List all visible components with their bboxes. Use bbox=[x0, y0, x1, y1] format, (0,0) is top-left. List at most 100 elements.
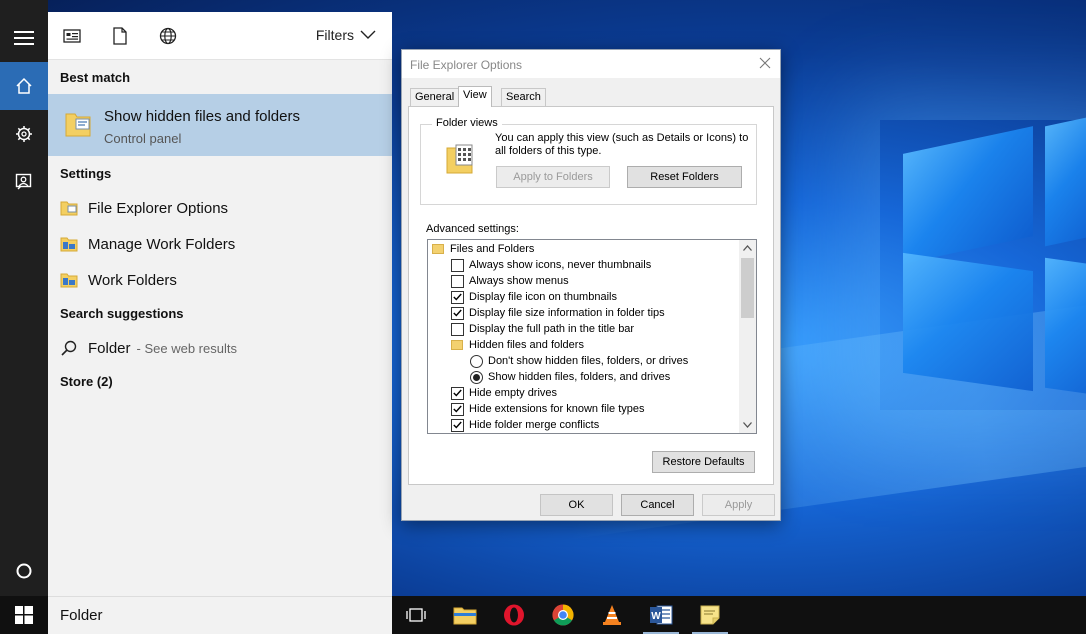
apps-icon[interactable] bbox=[62, 26, 82, 46]
feedback-person-icon[interactable] bbox=[0, 158, 48, 206]
tree-item-label: Hide extensions for known file types bbox=[469, 403, 645, 415]
checkbox-checked[interactable] bbox=[451, 306, 464, 320]
taskbar: Folder W bbox=[0, 596, 1086, 634]
tab-search[interactable]: Search bbox=[501, 88, 546, 106]
sticky-notes-icon[interactable] bbox=[688, 600, 732, 634]
task-view-icon[interactable] bbox=[394, 600, 438, 630]
search-panel-toolbar: Filters bbox=[48, 12, 392, 60]
tree-item-label: Always show icons, never thumbnails bbox=[469, 259, 652, 271]
apply-to-folders-button[interactable]: Apply to Folders bbox=[496, 166, 610, 188]
radio-selected[interactable] bbox=[470, 370, 483, 384]
tree-item-label: Files and Folders bbox=[450, 243, 535, 255]
cortana-circle-icon[interactable] bbox=[0, 547, 48, 595]
checkbox-unchecked[interactable] bbox=[451, 322, 464, 336]
tree-item-label: Hidden files and folders bbox=[469, 339, 584, 351]
checkbox-checked[interactable] bbox=[451, 386, 464, 400]
radio-unselected[interactable] bbox=[470, 354, 483, 368]
tab-view[interactable]: View bbox=[458, 86, 492, 107]
tree-item-label: Display file size information in folder … bbox=[469, 307, 665, 319]
result-label: Manage Work Folders bbox=[88, 235, 236, 253]
tree-checkbox-row[interactable]: Display the full path in the title bar bbox=[451, 321, 634, 337]
reset-folders-button[interactable]: Reset Folders bbox=[627, 166, 742, 188]
tree-checkbox-row[interactable]: Always show menus bbox=[451, 273, 569, 289]
home-icon[interactable] bbox=[0, 62, 48, 110]
scroll-up-icon[interactable] bbox=[743, 245, 752, 251]
folder-view-icon bbox=[446, 142, 474, 174]
restore-defaults-button[interactable]: Restore Defaults bbox=[652, 451, 755, 473]
scroll-down-icon[interactable] bbox=[743, 422, 752, 428]
result-work-folders[interactable]: Work Folders bbox=[60, 268, 177, 292]
advanced-settings-tree[interactable]: Files and Folders Always show icons, neve… bbox=[427, 239, 757, 434]
work-folders-icon bbox=[60, 237, 78, 252]
tree-folder[interactable]: Files and Folders bbox=[432, 241, 534, 257]
documents-icon[interactable] bbox=[110, 26, 130, 46]
ok-button[interactable]: OK bbox=[540, 494, 613, 516]
folder-icon bbox=[432, 244, 444, 254]
file-explorer-options-dialog: File Explorer Options General View Searc… bbox=[401, 49, 781, 521]
checkbox-unchecked[interactable] bbox=[451, 258, 464, 272]
search-results-panel: Filters Best match Show hidden files and… bbox=[48, 12, 392, 596]
work-folders-icon bbox=[60, 273, 78, 288]
tree-item-label: Hide folder merge conflicts bbox=[469, 419, 600, 431]
folder-views-description: You can apply this view (such as Details… bbox=[495, 132, 749, 157]
folder-options-icon bbox=[60, 201, 78, 216]
tree-radio-row[interactable]: Show hidden files, folders, and drives bbox=[470, 369, 670, 385]
best-match-subtitle: Control panel bbox=[104, 131, 182, 146]
checkbox-checked[interactable] bbox=[451, 290, 464, 304]
opera-icon[interactable] bbox=[492, 600, 536, 630]
control-panel-folder-icon bbox=[64, 110, 92, 138]
suggestion-hint: - See web results bbox=[136, 340, 237, 356]
checkbox-checked[interactable] bbox=[451, 418, 464, 432]
vlc-icon[interactable] bbox=[590, 600, 634, 630]
web-icon[interactable] bbox=[158, 26, 178, 46]
filters-button[interactable]: Filters bbox=[316, 27, 376, 43]
search-suggestions-heading: Search suggestions bbox=[60, 306, 184, 321]
dialog-title: File Explorer Options bbox=[410, 58, 523, 72]
store-heading[interactable]: Store (2) bbox=[60, 374, 113, 389]
tree-item-label: Show hidden files, folders, and drives bbox=[488, 371, 671, 383]
search-icon bbox=[61, 340, 77, 356]
tree-scrollbar[interactable] bbox=[739, 240, 756, 433]
settings-gear-icon[interactable] bbox=[0, 110, 48, 158]
result-manage-work-folders[interactable]: Manage Work Folders bbox=[60, 232, 235, 256]
windows-start-icon[interactable] bbox=[0, 596, 48, 634]
filters-label: Filters bbox=[315, 27, 354, 43]
tree-checkbox-row[interactable]: Hide folder merge conflicts bbox=[451, 417, 599, 433]
checkbox-checked[interactable] bbox=[451, 402, 464, 416]
svg-text:W: W bbox=[651, 611, 661, 622]
best-match-heading: Best match bbox=[60, 70, 131, 85]
tree-radio-row[interactable]: Don't show hidden files, folders, or dri… bbox=[470, 353, 688, 369]
word-icon[interactable]: W bbox=[639, 600, 683, 634]
checkbox-unchecked[interactable] bbox=[451, 274, 464, 288]
scroll-thumb[interactable] bbox=[741, 258, 754, 318]
best-match-title: Show hidden files and folders bbox=[104, 108, 300, 125]
suggestion-query: Folder bbox=[88, 339, 131, 357]
start-rail bbox=[0, 0, 48, 596]
result-label: Work Folders bbox=[88, 271, 177, 289]
web-suggestion[interactable]: Folder - See web results bbox=[60, 336, 237, 360]
cancel-button[interactable]: Cancel bbox=[621, 494, 694, 516]
tree-checkbox-row[interactable]: Display file icon on thumbnails bbox=[451, 289, 617, 305]
tree-checkbox-row[interactable]: Display file size information in folder … bbox=[451, 305, 665, 321]
chrome-icon[interactable] bbox=[541, 600, 585, 630]
tree-checkbox-row[interactable]: Hide extensions for known file types bbox=[451, 401, 644, 417]
advanced-settings-label: Advanced settings: bbox=[426, 223, 519, 235]
tab-general[interactable]: General bbox=[410, 88, 460, 106]
tree-item-label: Don't show hidden files, folders, or dri… bbox=[488, 355, 689, 367]
tree-folder[interactable]: Hidden files and folders bbox=[451, 337, 584, 353]
close-icon[interactable] bbox=[756, 54, 774, 72]
tree-checkbox-row[interactable]: Always show icons, never thumbnails bbox=[451, 257, 651, 273]
apply-button[interactable]: Apply bbox=[702, 494, 775, 516]
tree-checkbox-row[interactable]: Hide empty drives bbox=[451, 385, 557, 401]
tree-item-label: Hide empty drives bbox=[469, 387, 558, 399]
chevron-down-icon bbox=[360, 30, 376, 39]
file-explorer-icon[interactable] bbox=[443, 600, 487, 630]
best-match-result[interactable]: Show hidden files and folders Control pa… bbox=[48, 94, 392, 156]
taskbar-search-input[interactable]: Folder bbox=[48, 596, 392, 634]
folder-views-heading: Folder views bbox=[432, 117, 502, 129]
hamburger-menu-icon[interactable] bbox=[0, 14, 48, 62]
folder-icon bbox=[451, 340, 463, 350]
result-file-explorer-options[interactable]: File Explorer Options bbox=[60, 196, 228, 220]
result-label: File Explorer Options bbox=[88, 199, 229, 217]
dialog-titlebar[interactable]: File Explorer Options bbox=[402, 50, 780, 78]
